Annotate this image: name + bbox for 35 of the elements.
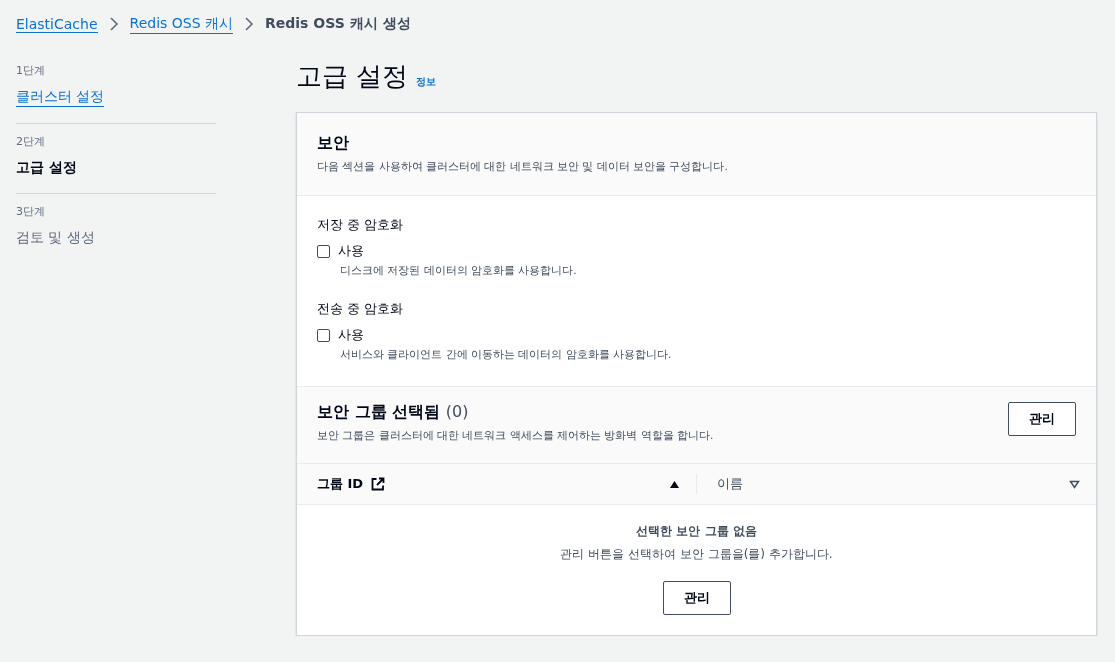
count: (0) [445, 402, 469, 421]
external-link-icon[interactable] [371, 477, 386, 491]
field-label: 전송 중 암호화 [317, 300, 405, 318]
step-number: 2단계 [16, 134, 46, 149]
breadcrumb-link[interactable]: ElastiCache [16, 15, 98, 33]
empty-state-title: 선택한 보안 그룹 없음 [636, 523, 757, 540]
step-number: 1단계 [16, 63, 46, 78]
checkbox[interactable] [317, 244, 330, 258]
checkbox-label: 사용 [338, 242, 364, 260]
section-title: 보안 그룹 선택됨 [317, 402, 441, 421]
step-title: 검토 및 생성 [16, 229, 95, 247]
sort-icon[interactable] [1069, 479, 1080, 489]
breadcrumb-current: Redis OSS 캐시 생성 [265, 15, 411, 33]
step-title: 고급 설정 [16, 159, 77, 177]
info-link[interactable]: 정보 [416, 75, 437, 89]
checkbox[interactable] [317, 328, 330, 342]
column-header[interactable]: 그룹 ID [317, 475, 364, 493]
empty-state-message: 관리 버튼을 선택하여 보안 그룹을(를) 추가합니다. [560, 546, 833, 563]
section-title: 보안 [317, 133, 350, 154]
manage-button[interactable]: 관리 [1008, 402, 1076, 436]
section-description: 다음 섹션을 사용하여 클러스터에 대한 네트워크 보안 및 데이터 보안을 구성합니다. [317, 160, 729, 174]
section-description: 보안 그룹은 클러스터에 대한 네트워크 액세스를 제어하는 방화벽 역할을 합니다. [317, 429, 714, 443]
field-label: 저장 중 암호화 [317, 216, 405, 234]
breadcrumb-link[interactable]: Redis OSS 캐시 [129, 14, 233, 34]
chevron-right-icon [107, 17, 120, 31]
chevron-right-icon [243, 17, 255, 31]
step-number: 3단계 [16, 204, 46, 219]
column-header[interactable]: 이름 [717, 475, 743, 493]
step-link[interactable]: 클러스터 설정 [16, 88, 105, 107]
manage-button[interactable]: 관리 [662, 581, 731, 615]
page-title: 고급 설정 [296, 60, 409, 93]
checkbox-description: 서비스와 클라이언트 간에 이동하는 데이터의 암호화를 사용합니다. [340, 348, 673, 362]
sort-ascending-icon[interactable] [669, 479, 680, 489]
checkbox-description: 디스크에 저장된 데이터의 암호화를 사용합니다. [340, 264, 578, 278]
checkbox-label: 사용 [338, 326, 364, 344]
